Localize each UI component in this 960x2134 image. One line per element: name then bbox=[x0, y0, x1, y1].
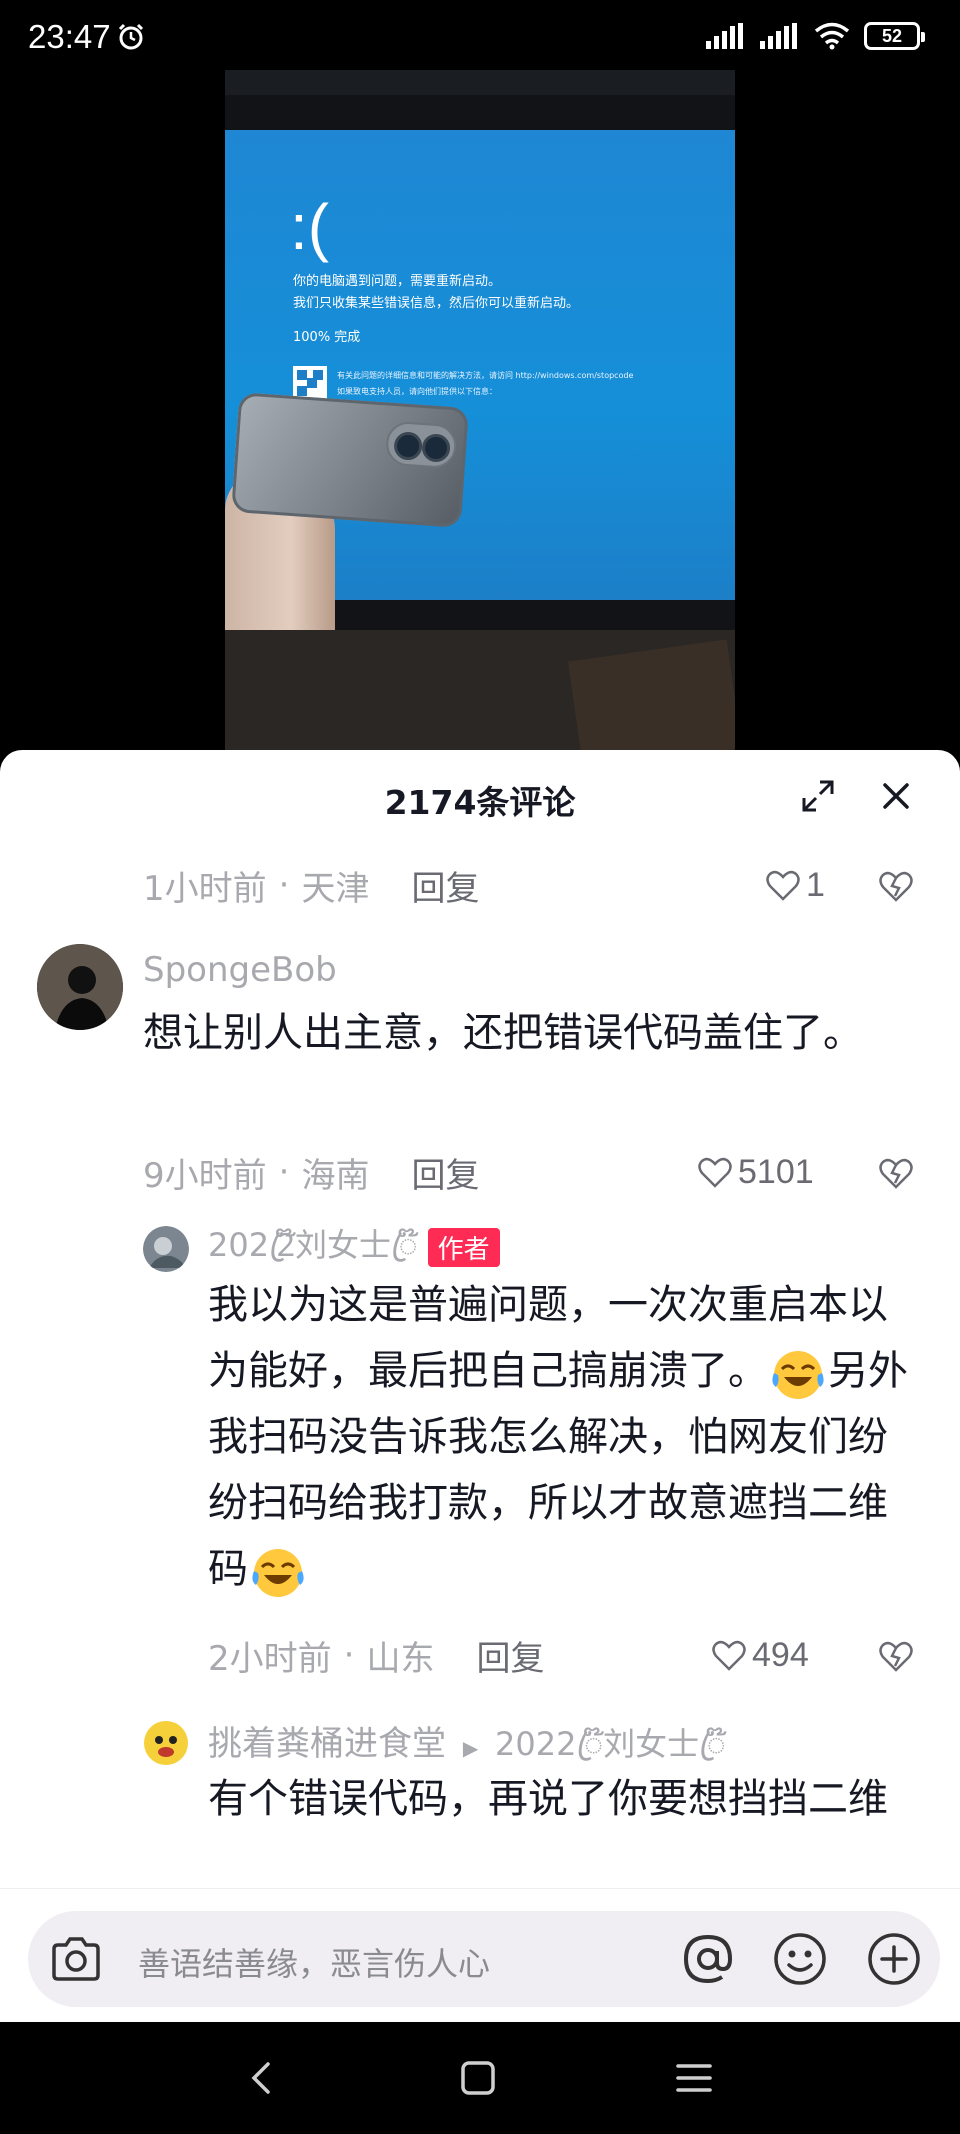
avatar-image bbox=[37, 944, 123, 1030]
comment-text: 想让别人出主意，还把错误代码盖住了。 bbox=[143, 1010, 863, 1056]
heart-icon bbox=[698, 1157, 732, 1188]
heart-icon bbox=[766, 870, 800, 901]
comment-meta: 2小时前 · 山东 回复 bbox=[208, 1630, 544, 1680]
comment-location: 天津 bbox=[301, 868, 370, 909]
bsod-progress: 100% 完成 bbox=[293, 330, 361, 345]
bsod-small-1: 有关此问题的详细信息和可能的解决方法，请访问 http://windows.co… bbox=[337, 371, 634, 380]
laughing-emoji-icon bbox=[772, 1351, 824, 1399]
avatar[interactable] bbox=[37, 944, 123, 1030]
video-frame[interactable]: lenovo :( 你的电脑遇到问题，需要重新启动。 我们只收集某些错误信息，然… bbox=[225, 70, 735, 760]
box bbox=[568, 639, 735, 760]
alarm-icon bbox=[118, 23, 144, 50]
avatar[interactable] bbox=[143, 1226, 189, 1272]
held-phone bbox=[231, 392, 469, 528]
laughing-emoji-icon bbox=[252, 1549, 304, 1597]
username[interactable]: SpongeBob bbox=[143, 950, 337, 990]
like-button[interactable]: 494 bbox=[712, 1636, 809, 1675]
comment-location: 海南 bbox=[301, 1155, 370, 1196]
video-player[interactable]: lenovo :( 你的电脑遇到问题，需要重新启动。 我们只收集某些错误信息，然… bbox=[0, 70, 960, 760]
emoji-icon[interactable] bbox=[772, 1931, 828, 1987]
bsod-line-2: 我们只收集某些错误信息，然后你可以重新启动。 bbox=[293, 296, 580, 311]
comment-input[interactable]: 善语结善缘，恶言伤人心 bbox=[28, 1911, 940, 2007]
comment-input-bar: 善语结善缘，恶言伤人心 bbox=[0, 1888, 960, 2022]
reply-button[interactable]: 回复 bbox=[411, 861, 479, 910]
like-count: 494 bbox=[752, 1636, 809, 1674]
phone-camera-module bbox=[384, 420, 458, 470]
comment-text: 我以为这是普遍问题，一次次重启本以为能好，最后把自己搞崩溃了。 另外我扫码没告诉… bbox=[208, 1272, 924, 1602]
like-count: 1 bbox=[806, 866, 825, 904]
reply-arrow-icon: ▶ bbox=[462, 1736, 479, 1760]
dislike-icon[interactable] bbox=[878, 1638, 914, 1674]
reply-button[interactable]: 回复 bbox=[411, 1148, 479, 1197]
camera-lens bbox=[421, 433, 451, 463]
bsod-sad-face: :( bbox=[290, 191, 330, 263]
home-icon[interactable] bbox=[456, 2056, 500, 2100]
comment-text: 有个错误代码，再说了你要想挡挡二维码啊，代码当着干嘛 bbox=[208, 1776, 888, 1822]
heart-icon bbox=[712, 1640, 746, 1671]
username-text: 2022ꦿ໊刘女士ꦿ໊ bbox=[208, 1226, 418, 1264]
reply-to-username[interactable]: 2022ꦿ໊刘女士ꦿ໊ bbox=[495, 1725, 726, 1763]
comment-time: 2小时前 bbox=[208, 1638, 332, 1679]
username-text: 挑着粪桶进食堂 bbox=[208, 1724, 446, 1764]
like-count: 5101 bbox=[738, 1153, 814, 1191]
battery-icon: 52 bbox=[864, 22, 925, 50]
dislike-icon[interactable] bbox=[878, 1155, 914, 1191]
like-button[interactable]: 5101 bbox=[698, 1153, 814, 1192]
bsod-small-2: 如果致电支持人员，请向他们提供以下信息： bbox=[337, 387, 497, 396]
status-icons: 52 bbox=[706, 22, 925, 50]
back-icon[interactable] bbox=[240, 2056, 284, 2100]
status-time: 23:47 bbox=[28, 18, 111, 55]
bsod-qr-code bbox=[293, 366, 327, 400]
plus-icon[interactable] bbox=[866, 1931, 922, 1987]
avatar-image bbox=[144, 1721, 188, 1765]
camera-icon[interactable] bbox=[50, 1935, 102, 1983]
comment-time: 9小时前 bbox=[143, 1155, 267, 1196]
author-badge: 作者 bbox=[427, 1227, 500, 1267]
signal-icon bbox=[706, 23, 743, 49]
avatar[interactable] bbox=[143, 1720, 189, 1766]
comment-list[interactable]: 1小时前 · 天津 回复 1 SpongeBob 想让别人出主意，还把错误代码盖… bbox=[0, 840, 960, 1840]
wifi-icon bbox=[814, 22, 850, 50]
signal-icon bbox=[760, 23, 797, 49]
like-button[interactable]: 1 bbox=[766, 866, 825, 905]
menu-icon[interactable] bbox=[672, 2056, 716, 2100]
comment-location: 山东 bbox=[366, 1638, 435, 1679]
close-icon[interactable] bbox=[876, 776, 916, 816]
system-navigation-bar bbox=[0, 2022, 960, 2134]
comment-sheet: 2174条评论 1小时前 · 天津 回复 1 SpongeBob 想让别人出主意… bbox=[0, 750, 960, 2022]
reply-button[interactable]: 回复 bbox=[476, 1631, 544, 1680]
expand-icon[interactable] bbox=[800, 778, 836, 814]
comment-input-placeholder[interactable]: 善语结善缘，恶言伤人心 bbox=[138, 1939, 490, 1985]
avatar-image bbox=[143, 1226, 189, 1272]
bsod-line-1: 你的电脑遇到问题，需要重新启动。 bbox=[293, 274, 502, 289]
camera-lens bbox=[393, 431, 424, 461]
at-icon[interactable] bbox=[678, 1929, 738, 1989]
dislike-icon[interactable] bbox=[878, 868, 914, 904]
comment-meta: 9小时前 · 海南 回复 bbox=[143, 1147, 479, 1197]
comment-time: 1小时前 bbox=[143, 868, 267, 909]
status-bar: 23:47 52 bbox=[0, 0, 960, 70]
comment-meta: 1小时前 · 天津 回复 bbox=[143, 860, 479, 910]
